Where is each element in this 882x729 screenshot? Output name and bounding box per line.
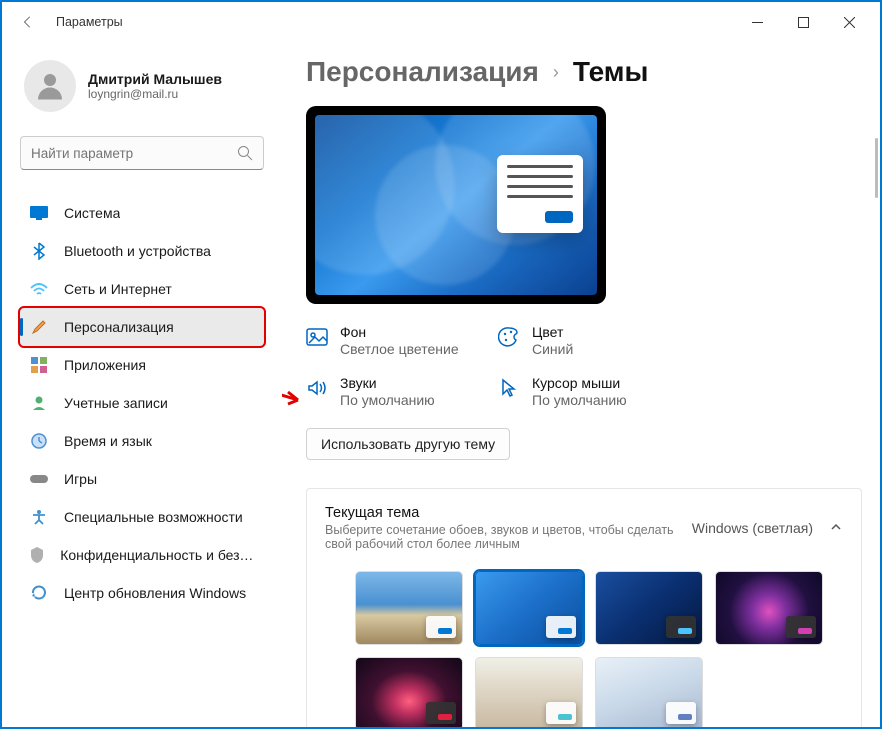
sidebar-item-accounts[interactable]: Учетные записи xyxy=(20,384,264,422)
theme-option[interactable] xyxy=(475,657,583,727)
search-box[interactable] xyxy=(20,136,264,170)
sidebar-item-label: Сеть и Интернет xyxy=(64,281,172,297)
sidebar-item-system[interactable]: Система xyxy=(20,194,264,232)
time-icon xyxy=(30,432,48,450)
setting-sounds[interactable]: Звуки По умолчанию xyxy=(306,375,486,408)
breadcrumb: Персонализация › Темы xyxy=(306,56,862,88)
nav-list: Система Bluetooth и устройства Сеть и Ин… xyxy=(20,194,264,612)
section-subtitle: Выберите сочетание обоев, звуков и цвето… xyxy=(325,523,692,551)
sidebar-item-games[interactable]: Игры xyxy=(20,460,264,498)
avatar xyxy=(24,60,76,112)
sidebar-item-label: Конфиденциальность и безопасность xyxy=(60,547,254,563)
apps-icon xyxy=(30,356,48,374)
sidebar-item-label: Система xyxy=(64,205,120,221)
system-icon xyxy=(30,204,48,222)
setting-value: По умолчанию xyxy=(532,392,627,408)
section-title: Текущая тема xyxy=(325,505,692,521)
palette-icon xyxy=(498,326,520,348)
close-button[interactable] xyxy=(826,7,872,37)
theme-option[interactable] xyxy=(475,571,583,645)
accounts-icon xyxy=(30,394,48,412)
setting-title: Цвет xyxy=(532,324,573,340)
setting-value: По умолчанию xyxy=(340,392,435,408)
maximize-button[interactable] xyxy=(780,7,826,37)
profile-block[interactable]: Дмитрий Малышев loyngrin@mail.ru xyxy=(20,46,264,130)
minimize-button[interactable] xyxy=(734,7,780,37)
theme-preview xyxy=(306,106,606,304)
sidebar-item-label: Учетные записи xyxy=(64,395,168,411)
update-icon xyxy=(30,584,48,602)
accessibility-icon xyxy=(30,508,48,526)
theme-option[interactable] xyxy=(355,657,463,727)
sidebar-item-label: Игры xyxy=(64,471,97,487)
setting-color[interactable]: Цвет Синий xyxy=(498,324,678,357)
current-theme-header[interactable]: Текущая тема Выберите сочетание обоев, з… xyxy=(325,505,843,551)
sound-icon xyxy=(306,377,328,399)
current-theme-section: Текущая тема Выберите сочетание обоев, з… xyxy=(306,488,862,727)
sidebar-item-apps[interactable]: Приложения xyxy=(20,346,264,384)
theme-option[interactable] xyxy=(355,571,463,645)
sidebar-item-accessibility[interactable]: Специальные возможности xyxy=(20,498,264,536)
chevron-up-icon xyxy=(829,520,843,537)
sidebar-item-personalization[interactable]: Персонализация xyxy=(20,308,264,346)
profile-email: loyngrin@mail.ru xyxy=(88,87,222,101)
theme-option[interactable] xyxy=(715,571,823,645)
bluetooth-icon xyxy=(30,242,48,260)
setting-cursor[interactable]: Курсор мыши По умолчанию xyxy=(498,375,678,408)
sidebar-item-time[interactable]: Время и язык xyxy=(20,422,264,460)
network-icon xyxy=(30,280,48,298)
sidebar-item-bluetooth[interactable]: Bluetooth и устройства xyxy=(20,232,264,270)
sidebar-item-privacy[interactable]: Конфиденциальность и безопасность xyxy=(20,536,264,574)
annotation-arrow xyxy=(282,384,306,408)
sidebar-item-label: Bluetooth и устройства xyxy=(64,243,211,259)
setting-value: Светлое цветение xyxy=(340,341,459,357)
sidebar-item-label: Центр обновления Windows xyxy=(64,585,246,601)
preview-window xyxy=(497,155,583,233)
main-content: Персонализация › Темы Фон xyxy=(282,42,880,727)
search-input[interactable] xyxy=(31,146,229,161)
setting-title: Фон xyxy=(340,324,459,340)
setting-background[interactable]: Фон Светлое цветение xyxy=(306,324,486,357)
sidebar-item-network[interactable]: Сеть и Интернет xyxy=(20,270,264,308)
brush-icon xyxy=(30,318,48,336)
scrollbar[interactable] xyxy=(875,138,878,198)
window-title: Параметры xyxy=(56,15,123,29)
sidebar-item-label: Приложения xyxy=(64,357,146,373)
sidebar-item-update[interactable]: Центр обновления Windows xyxy=(20,574,264,612)
breadcrumb-parent[interactable]: Персонализация xyxy=(306,56,539,88)
games-icon xyxy=(30,470,48,488)
search-icon xyxy=(237,145,253,164)
theme-grid xyxy=(325,571,843,727)
current-theme-value: Windows (светлая) xyxy=(692,520,813,536)
cursor-icon xyxy=(498,377,520,399)
image-icon xyxy=(306,326,328,348)
setting-value: Синий xyxy=(532,341,573,357)
sidebar: Дмитрий Малышев loyngrin@mail.ru Система… xyxy=(2,42,282,727)
shield-icon xyxy=(30,546,44,564)
sidebar-item-label: Время и язык xyxy=(64,433,152,449)
back-button[interactable] xyxy=(10,4,46,40)
profile-name: Дмитрий Малышев xyxy=(88,71,222,87)
theme-settings-grid: Фон Светлое цветение Цвет Синий Звуки По… xyxy=(306,324,862,408)
use-another-theme-button[interactable]: Использовать другую тему xyxy=(306,428,510,460)
chevron-right-icon: › xyxy=(553,62,559,83)
sidebar-item-label: Специальные возможности xyxy=(64,509,243,525)
theme-option[interactable] xyxy=(595,657,703,727)
breadcrumb-current: Темы xyxy=(573,56,649,88)
setting-title: Курсор мыши xyxy=(532,375,627,391)
setting-title: Звуки xyxy=(340,375,435,391)
sidebar-item-label: Персонализация xyxy=(64,319,174,335)
titlebar: Параметры xyxy=(2,2,880,42)
theme-option[interactable] xyxy=(595,571,703,645)
